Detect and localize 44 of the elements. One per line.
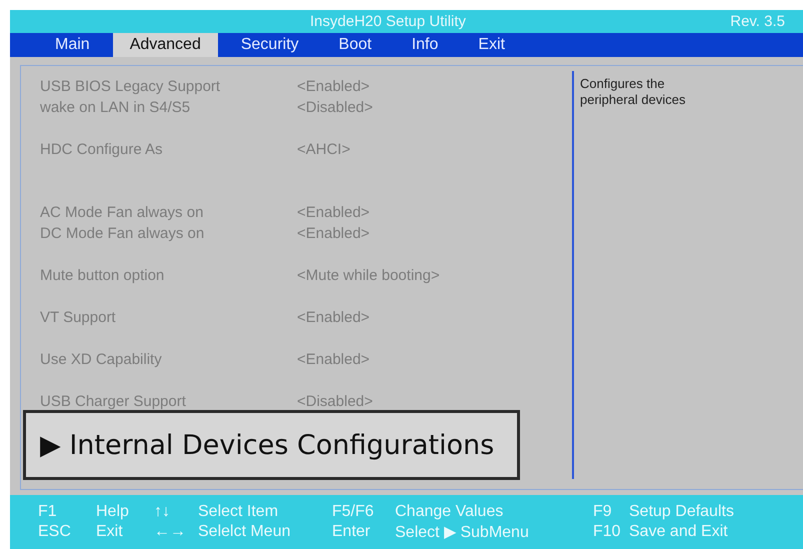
setting-label[interactable]: USB BIOS Legacy Support [40,78,297,95]
menu-tab[interactable]: Boot [322,33,389,57]
key-label: F9 [593,503,613,521]
setting-value[interactable]: <Enabled> [297,351,370,368]
key-action: Select ▶ SubMenu [395,523,530,542]
menu-tab[interactable]: Security [224,33,316,57]
submenu-item[interactable]: ▶ Internal Devices Configurations [23,410,520,480]
window-title: InsydeH20 Setup Utility [310,13,466,30]
key-action: Select Item [198,503,280,521]
setting-label[interactable]: DC Mode Fan always on [40,225,297,242]
setting-value[interactable]: <Enabled> [297,204,370,221]
key-action: Change Values [395,503,504,521]
key-label: ↑↓ [154,503,171,521]
key-label: F5/F6 [332,503,375,521]
help-text: Configures the peripheral devices [580,76,687,108]
menu-tab[interactable]: Info [394,33,456,57]
menu-tab[interactable]: Exit [461,33,522,57]
key-action: Setup Defaults [629,503,734,521]
key-label: ESC [38,523,72,541]
key-label: Enter [332,523,372,541]
key-label: ←→ [154,523,187,541]
setting-value[interactable]: <Enabled> [297,309,370,326]
key-label: F10 [593,523,622,541]
setting-value[interactable]: <Disabled> [297,99,373,116]
setting-label[interactable]: HDC Configure As [40,141,297,158]
setting-value[interactable]: <Disabled> [297,393,373,410]
setting-value[interactable]: <Enabled> [297,225,370,242]
key-action: Help [96,503,130,521]
setting-label[interactable]: USB Charger Support [40,393,297,410]
menu-tab[interactable]: Advanced [112,33,218,57]
setting-label[interactable]: AC Mode Fan always on [40,204,297,221]
setting-label[interactable]: VT Support [40,309,297,326]
key-action: Save and Exit [629,523,728,541]
setting-label[interactable]: wake on LAN in S4/S5 [40,99,297,116]
key-action: Selelct Meun [198,523,292,541]
setting-label[interactable]: Mute button option [40,267,297,284]
setting-value[interactable]: <AHCI> [297,141,350,158]
key-label: F1 [38,503,58,521]
revision-label: Rev. 3.5 [730,13,785,30]
setting-value[interactable]: <Enabled> [297,78,370,95]
menu-tab[interactable]: Main [38,33,107,57]
key-action: Exit [96,523,124,541]
setting-label[interactable]: Use XD Capability [40,351,297,368]
setting-value[interactable]: <Mute while booting> [297,267,440,284]
